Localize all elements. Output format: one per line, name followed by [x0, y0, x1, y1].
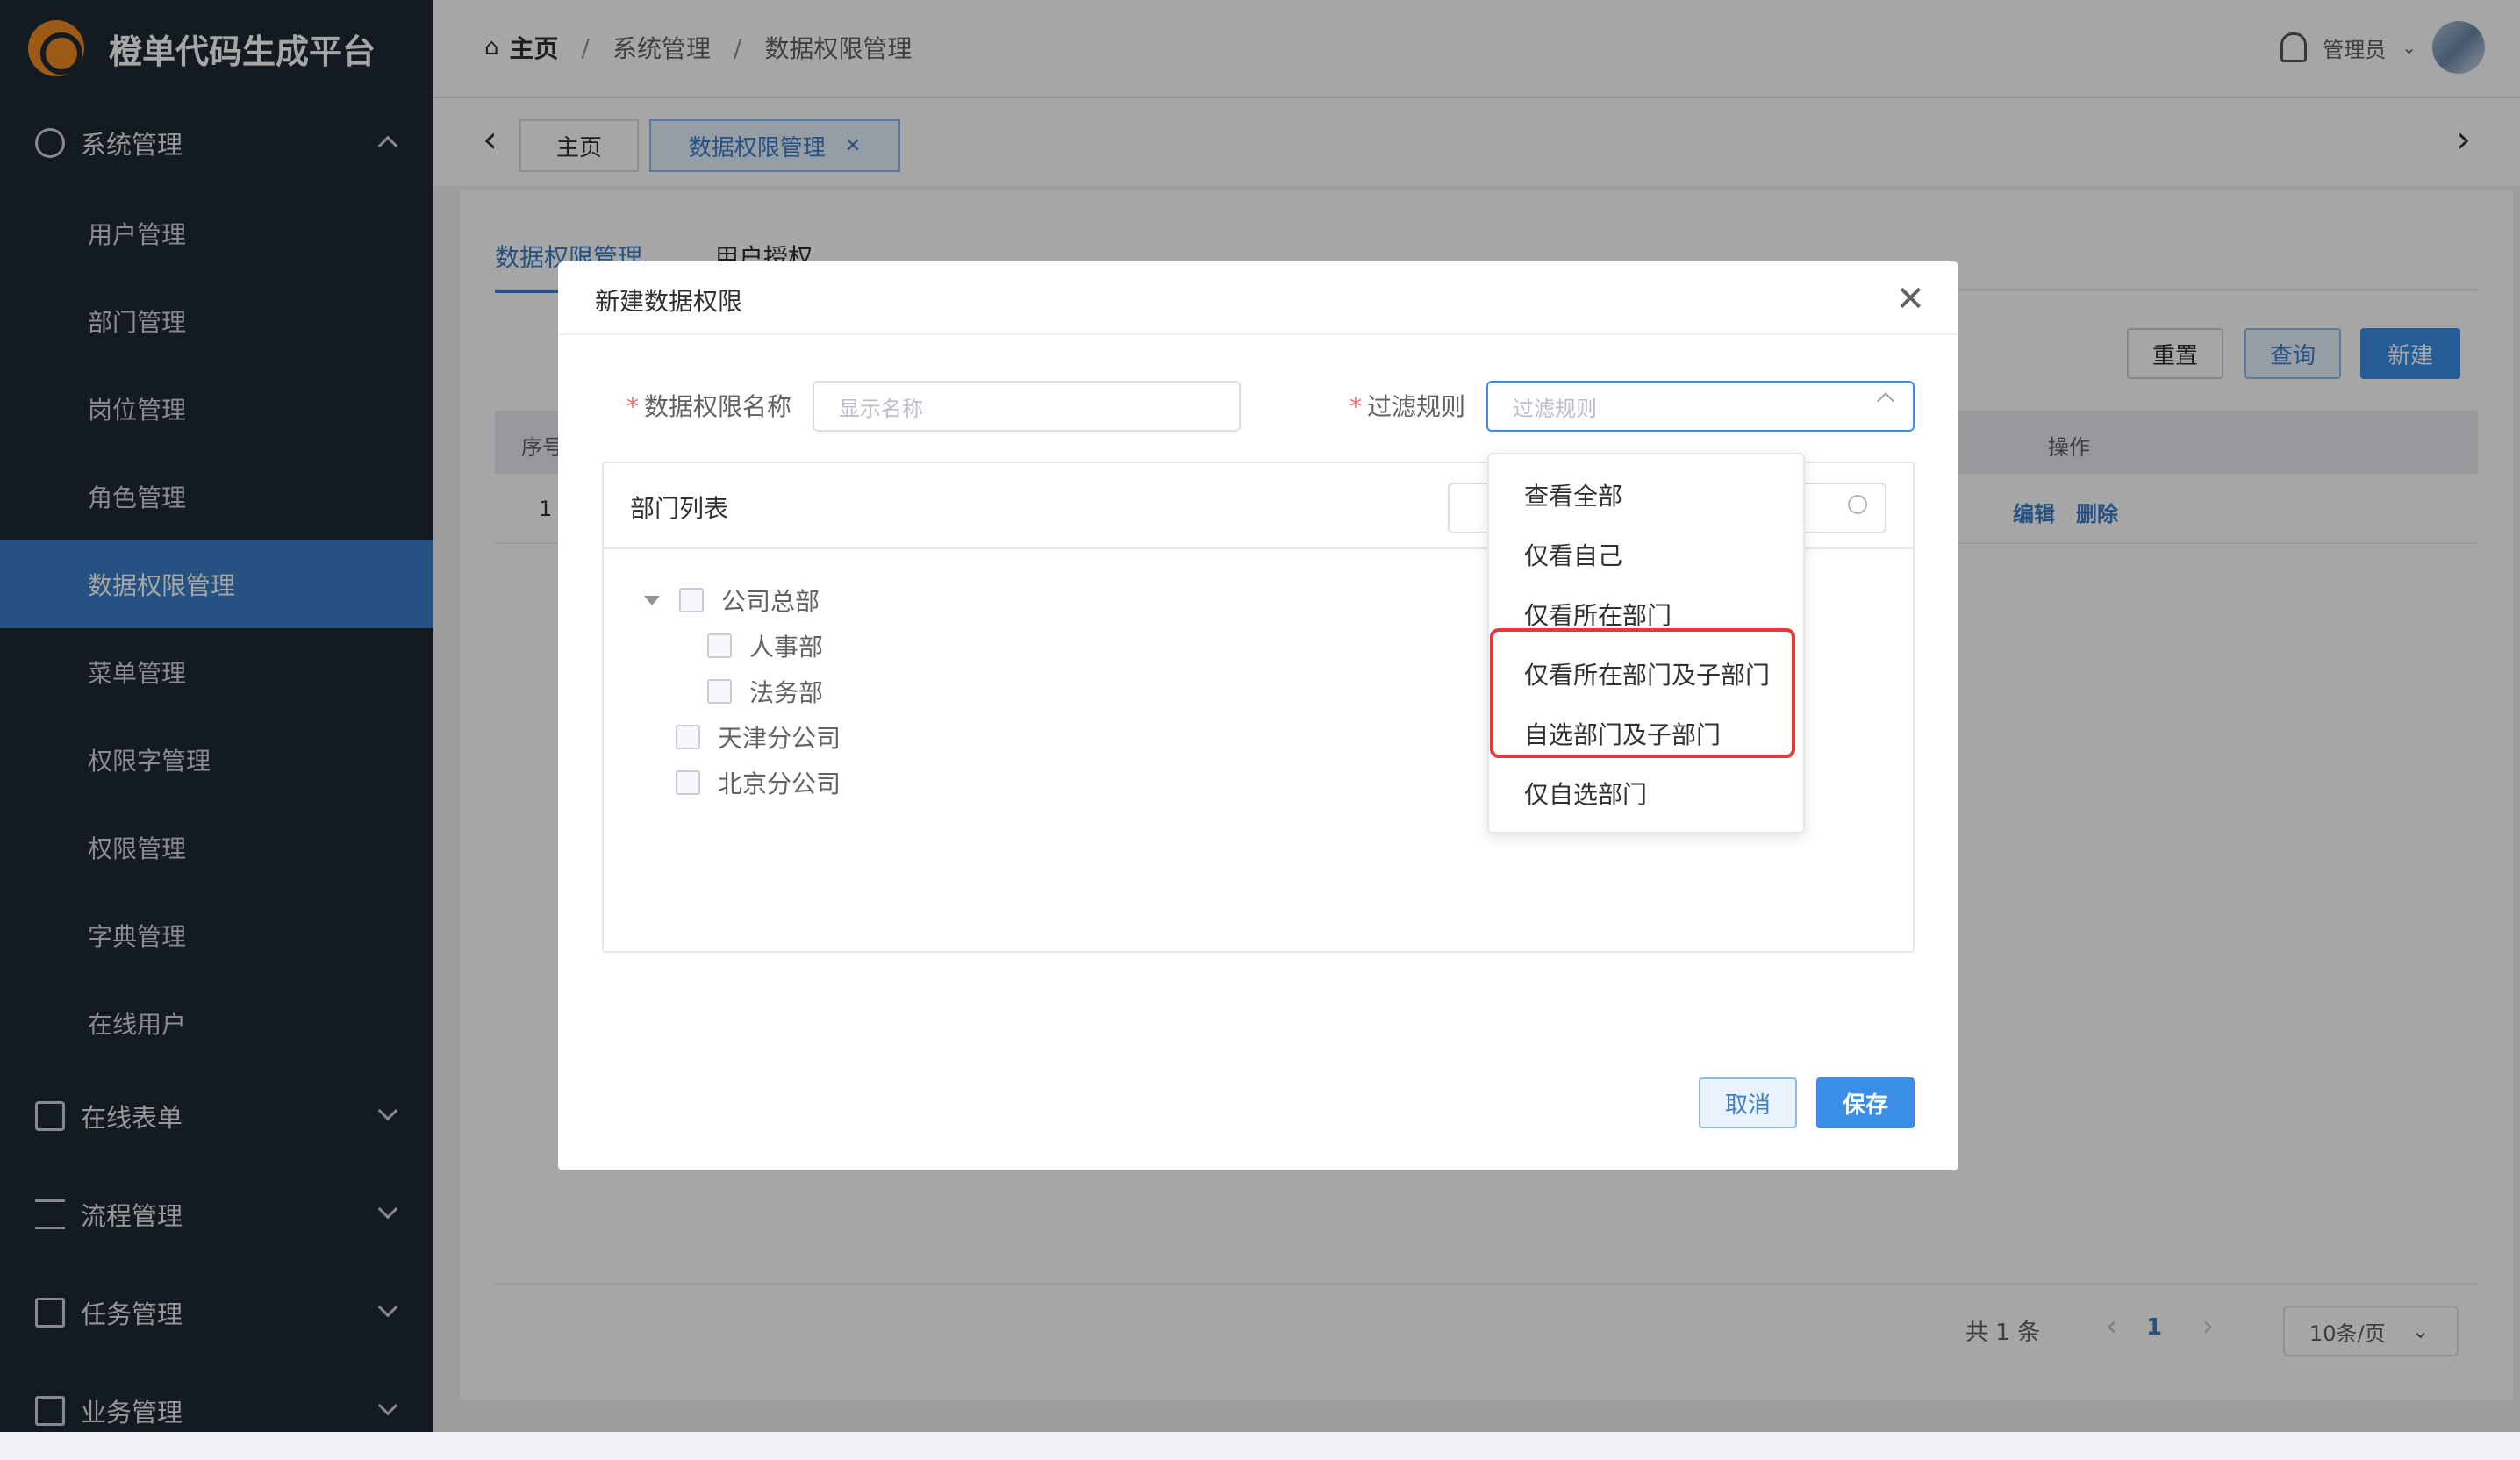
name-label: * 数据权限名称 — [626, 388, 791, 423]
checkbox[interactable] — [679, 588, 704, 612]
dialog-header — [558, 261, 1958, 335]
name-label-text: 数据权限名称 — [644, 392, 792, 421]
tree-node-legal[interactable]: 法务部 — [707, 674, 823, 709]
tree-node-hq[interactable]: 公司总部 — [644, 583, 820, 618]
rule-select[interactable]: 过滤规则 — [1486, 381, 1915, 432]
checkbox[interactable] — [676, 770, 700, 795]
tree-label: 天津分公司 — [718, 724, 841, 753]
rule-label: * 过滤规则 — [1349, 388, 1465, 423]
checkbox[interactable] — [676, 725, 700, 749]
rule-placeholder: 过滤规则 — [1513, 396, 1597, 421]
required-mark: * — [626, 392, 639, 421]
name-placeholder: 显示名称 — [839, 396, 923, 421]
name-input[interactable]: 显示名称 — [813, 381, 1241, 432]
close-icon[interactable]: ✕ — [1895, 279, 1925, 319]
caret-down-icon[interactable] — [644, 595, 660, 605]
tree-node-beijing[interactable]: 北京分公司 — [676, 765, 841, 800]
tree-label: 公司总部 — [721, 587, 820, 616]
tree-node-tianjin[interactable]: 天津分公司 — [676, 719, 841, 755]
option-self-only[interactable]: 仅看自己 — [1524, 537, 1622, 572]
dialog-title: 新建数据权限 — [595, 287, 743, 316]
checkbox[interactable] — [707, 679, 732, 704]
rule-label-text: 过滤规则 — [1367, 392, 1466, 421]
panel-title: 部门列表 — [630, 494, 729, 523]
required-mark: * — [1349, 392, 1362, 421]
option-selected-dept-only[interactable]: 仅自选部门 — [1524, 776, 1647, 811]
tree-label: 人事部 — [749, 633, 824, 662]
cancel-button[interactable]: 取消 — [1699, 1077, 1797, 1128]
search-icon — [1848, 495, 1867, 514]
option-view-all[interactable]: 查看全部 — [1524, 477, 1622, 512]
save-button[interactable]: 保存 — [1816, 1077, 1915, 1128]
tree-node-hr[interactable]: 人事部 — [707, 628, 823, 663]
highlight-box — [1490, 628, 1795, 758]
checkbox[interactable] — [707, 633, 732, 658]
option-own-dept[interactable]: 仅看所在部门 — [1524, 597, 1672, 632]
chevron-up-icon — [1877, 392, 1894, 410]
tree-label: 法务部 — [749, 678, 824, 707]
tree-label: 北京分公司 — [718, 769, 841, 798]
